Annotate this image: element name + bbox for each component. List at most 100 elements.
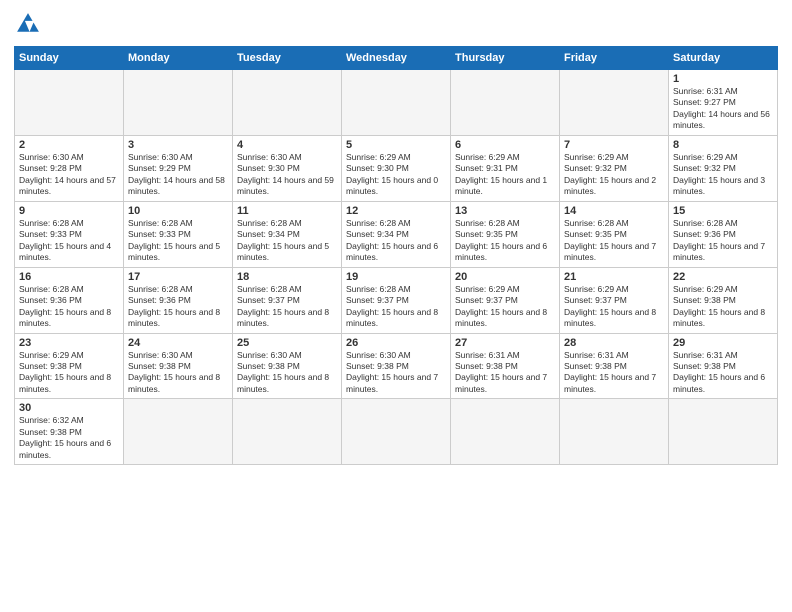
day-number: 24 [128, 337, 228, 349]
day-number: 29 [673, 337, 773, 349]
calendar-cell: 11Sunrise: 6:28 AM Sunset: 9:34 PM Dayli… [233, 201, 342, 267]
day-number: 16 [19, 271, 119, 283]
calendar-week-row: 30Sunrise: 6:32 AM Sunset: 9:38 PM Dayli… [15, 399, 778, 465]
calendar-cell: 21Sunrise: 6:29 AM Sunset: 9:37 PM Dayli… [560, 267, 669, 333]
day-info: Sunrise: 6:32 AM Sunset: 9:38 PM Dayligh… [19, 415, 119, 461]
day-info: Sunrise: 6:28 AM Sunset: 9:37 PM Dayligh… [237, 284, 337, 330]
day-number: 2 [19, 139, 119, 151]
day-number: 27 [455, 337, 555, 349]
calendar-cell: 18Sunrise: 6:28 AM Sunset: 9:37 PM Dayli… [233, 267, 342, 333]
calendar-cell: 30Sunrise: 6:32 AM Sunset: 9:38 PM Dayli… [15, 399, 124, 465]
day-info: Sunrise: 6:29 AM Sunset: 9:37 PM Dayligh… [564, 284, 664, 330]
day-number: 25 [237, 337, 337, 349]
day-header-wednesday: Wednesday [342, 47, 451, 70]
day-header-saturday: Saturday [669, 47, 778, 70]
calendar-cell [560, 399, 669, 465]
calendar-cell: 22Sunrise: 6:29 AM Sunset: 9:38 PM Dayli… [669, 267, 778, 333]
day-info: Sunrise: 6:30 AM Sunset: 9:28 PM Dayligh… [19, 152, 119, 198]
day-info: Sunrise: 6:28 AM Sunset: 9:36 PM Dayligh… [673, 218, 773, 264]
day-header-friday: Friday [560, 47, 669, 70]
calendar-cell: 19Sunrise: 6:28 AM Sunset: 9:37 PM Dayli… [342, 267, 451, 333]
calendar-cell: 27Sunrise: 6:31 AM Sunset: 9:38 PM Dayli… [451, 333, 560, 399]
logo [14, 10, 46, 38]
calendar-cell: 4Sunrise: 6:30 AM Sunset: 9:30 PM Daylig… [233, 135, 342, 201]
calendar-cell: 1Sunrise: 6:31 AM Sunset: 9:27 PM Daylig… [669, 70, 778, 136]
day-number: 6 [455, 139, 555, 151]
calendar-cell: 6Sunrise: 6:29 AM Sunset: 9:31 PM Daylig… [451, 135, 560, 201]
day-info: Sunrise: 6:29 AM Sunset: 9:30 PM Dayligh… [346, 152, 446, 198]
day-info: Sunrise: 6:28 AM Sunset: 9:35 PM Dayligh… [564, 218, 664, 264]
day-number: 14 [564, 205, 664, 217]
day-number: 13 [455, 205, 555, 217]
calendar-week-row: 16Sunrise: 6:28 AM Sunset: 9:36 PM Dayli… [15, 267, 778, 333]
day-info: Sunrise: 6:30 AM Sunset: 9:38 PM Dayligh… [346, 350, 446, 396]
day-number: 21 [564, 271, 664, 283]
calendar-cell [233, 399, 342, 465]
day-number: 5 [346, 139, 446, 151]
calendar-cell: 13Sunrise: 6:28 AM Sunset: 9:35 PM Dayli… [451, 201, 560, 267]
calendar-cell: 15Sunrise: 6:28 AM Sunset: 9:36 PM Dayli… [669, 201, 778, 267]
day-info: Sunrise: 6:28 AM Sunset: 9:33 PM Dayligh… [19, 218, 119, 264]
calendar-cell: 16Sunrise: 6:28 AM Sunset: 9:36 PM Dayli… [15, 267, 124, 333]
day-info: Sunrise: 6:31 AM Sunset: 9:38 PM Dayligh… [455, 350, 555, 396]
day-number: 1 [673, 73, 773, 85]
day-header-monday: Monday [124, 47, 233, 70]
day-info: Sunrise: 6:30 AM Sunset: 9:29 PM Dayligh… [128, 152, 228, 198]
day-info: Sunrise: 6:28 AM Sunset: 9:35 PM Dayligh… [455, 218, 555, 264]
day-info: Sunrise: 6:30 AM Sunset: 9:38 PM Dayligh… [128, 350, 228, 396]
day-number: 10 [128, 205, 228, 217]
calendar-cell: 7Sunrise: 6:29 AM Sunset: 9:32 PM Daylig… [560, 135, 669, 201]
day-number: 11 [237, 205, 337, 217]
day-info: Sunrise: 6:28 AM Sunset: 9:34 PM Dayligh… [346, 218, 446, 264]
day-number: 22 [673, 271, 773, 283]
day-info: Sunrise: 6:30 AM Sunset: 9:30 PM Dayligh… [237, 152, 337, 198]
day-number: 23 [19, 337, 119, 349]
day-info: Sunrise: 6:28 AM Sunset: 9:37 PM Dayligh… [346, 284, 446, 330]
day-number: 28 [564, 337, 664, 349]
calendar-week-row: 2Sunrise: 6:30 AM Sunset: 9:28 PM Daylig… [15, 135, 778, 201]
calendar-cell: 17Sunrise: 6:28 AM Sunset: 9:36 PM Dayli… [124, 267, 233, 333]
page: SundayMondayTuesdayWednesdayThursdayFrid… [0, 0, 792, 612]
day-number: 3 [128, 139, 228, 151]
day-number: 26 [346, 337, 446, 349]
day-number: 30 [19, 402, 119, 414]
day-header-sunday: Sunday [15, 47, 124, 70]
day-number: 9 [19, 205, 119, 217]
day-info: Sunrise: 6:29 AM Sunset: 9:32 PM Dayligh… [673, 152, 773, 198]
day-number: 18 [237, 271, 337, 283]
day-info: Sunrise: 6:30 AM Sunset: 9:38 PM Dayligh… [237, 350, 337, 396]
calendar-cell: 25Sunrise: 6:30 AM Sunset: 9:38 PM Dayli… [233, 333, 342, 399]
day-info: Sunrise: 6:28 AM Sunset: 9:36 PM Dayligh… [128, 284, 228, 330]
day-info: Sunrise: 6:29 AM Sunset: 9:38 PM Dayligh… [19, 350, 119, 396]
calendar-cell: 28Sunrise: 6:31 AM Sunset: 9:38 PM Dayli… [560, 333, 669, 399]
day-info: Sunrise: 6:28 AM Sunset: 9:33 PM Dayligh… [128, 218, 228, 264]
calendar-cell: 26Sunrise: 6:30 AM Sunset: 9:38 PM Dayli… [342, 333, 451, 399]
calendar-cell [15, 70, 124, 136]
calendar-cell: 23Sunrise: 6:29 AM Sunset: 9:38 PM Dayli… [15, 333, 124, 399]
day-info: Sunrise: 6:31 AM Sunset: 9:38 PM Dayligh… [564, 350, 664, 396]
day-number: 15 [673, 205, 773, 217]
day-info: Sunrise: 6:31 AM Sunset: 9:27 PM Dayligh… [673, 86, 773, 132]
day-info: Sunrise: 6:29 AM Sunset: 9:38 PM Dayligh… [673, 284, 773, 330]
day-info: Sunrise: 6:29 AM Sunset: 9:37 PM Dayligh… [455, 284, 555, 330]
calendar-cell [342, 399, 451, 465]
day-info: Sunrise: 6:31 AM Sunset: 9:38 PM Dayligh… [673, 350, 773, 396]
calendar-cell [669, 399, 778, 465]
calendar-week-row: 1Sunrise: 6:31 AM Sunset: 9:27 PM Daylig… [15, 70, 778, 136]
day-number: 8 [673, 139, 773, 151]
day-number: 17 [128, 271, 228, 283]
calendar-cell: 3Sunrise: 6:30 AM Sunset: 9:29 PM Daylig… [124, 135, 233, 201]
calendar-cell [342, 70, 451, 136]
calendar-cell [560, 70, 669, 136]
calendar-cell: 20Sunrise: 6:29 AM Sunset: 9:37 PM Dayli… [451, 267, 560, 333]
calendar-cell [124, 399, 233, 465]
calendar-cell: 5Sunrise: 6:29 AM Sunset: 9:30 PM Daylig… [342, 135, 451, 201]
day-info: Sunrise: 6:28 AM Sunset: 9:36 PM Dayligh… [19, 284, 119, 330]
calendar-cell: 14Sunrise: 6:28 AM Sunset: 9:35 PM Dayli… [560, 201, 669, 267]
day-header-tuesday: Tuesday [233, 47, 342, 70]
day-number: 20 [455, 271, 555, 283]
calendar-cell: 9Sunrise: 6:28 AM Sunset: 9:33 PM Daylig… [15, 201, 124, 267]
calendar-table: SundayMondayTuesdayWednesdayThursdayFrid… [14, 46, 778, 465]
day-header-thursday: Thursday [451, 47, 560, 70]
calendar-week-row: 23Sunrise: 6:29 AM Sunset: 9:38 PM Dayli… [15, 333, 778, 399]
